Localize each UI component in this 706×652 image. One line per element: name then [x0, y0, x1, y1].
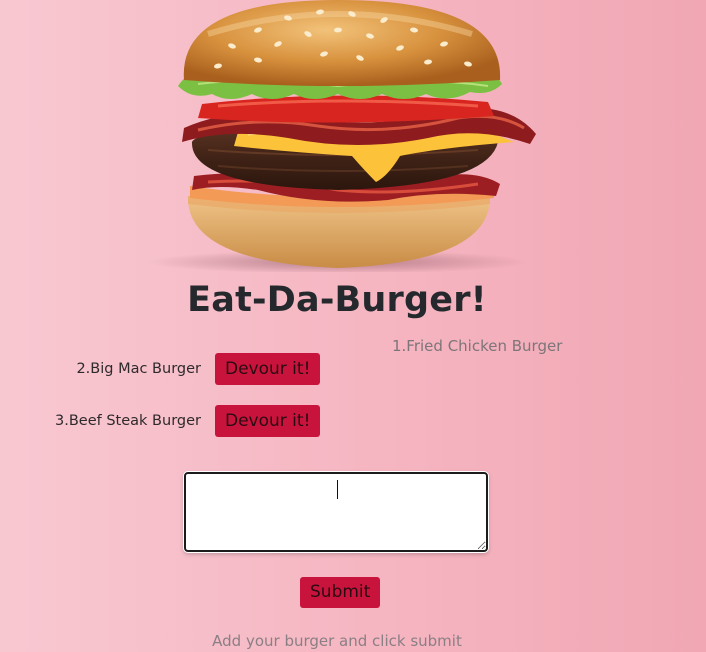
- form-hint: Add your burger and click submit: [212, 632, 462, 650]
- burger-name: 3.Beef Steak Burger: [55, 413, 201, 429]
- burger-hero-image: [138, 0, 538, 272]
- devour-button[interactable]: Devour it!: [215, 405, 321, 437]
- burger-name: 2.Big Mac Burger: [76, 361, 201, 377]
- devour-burger-item: 2.Big Mac Burger Devour it!: [40, 353, 340, 385]
- eaten-burger-list: 1.Fried Chicken Burger: [392, 337, 562, 355]
- devour-burger-item: 3.Beef Steak Burger Devour it!: [40, 405, 340, 437]
- text-cursor: [337, 480, 338, 499]
- page-title: Eat-Da-Burger!: [187, 280, 487, 320]
- devour-button[interactable]: Devour it!: [215, 353, 321, 385]
- eaten-burger-item: 1.Fried Chicken Burger: [392, 337, 563, 355]
- burger-name-input[interactable]: [184, 472, 488, 552]
- devour-burger-list: 2.Big Mac Burger Devour it! 3.Beef Steak…: [40, 353, 340, 457]
- submit-button[interactable]: Submit: [300, 577, 381, 608]
